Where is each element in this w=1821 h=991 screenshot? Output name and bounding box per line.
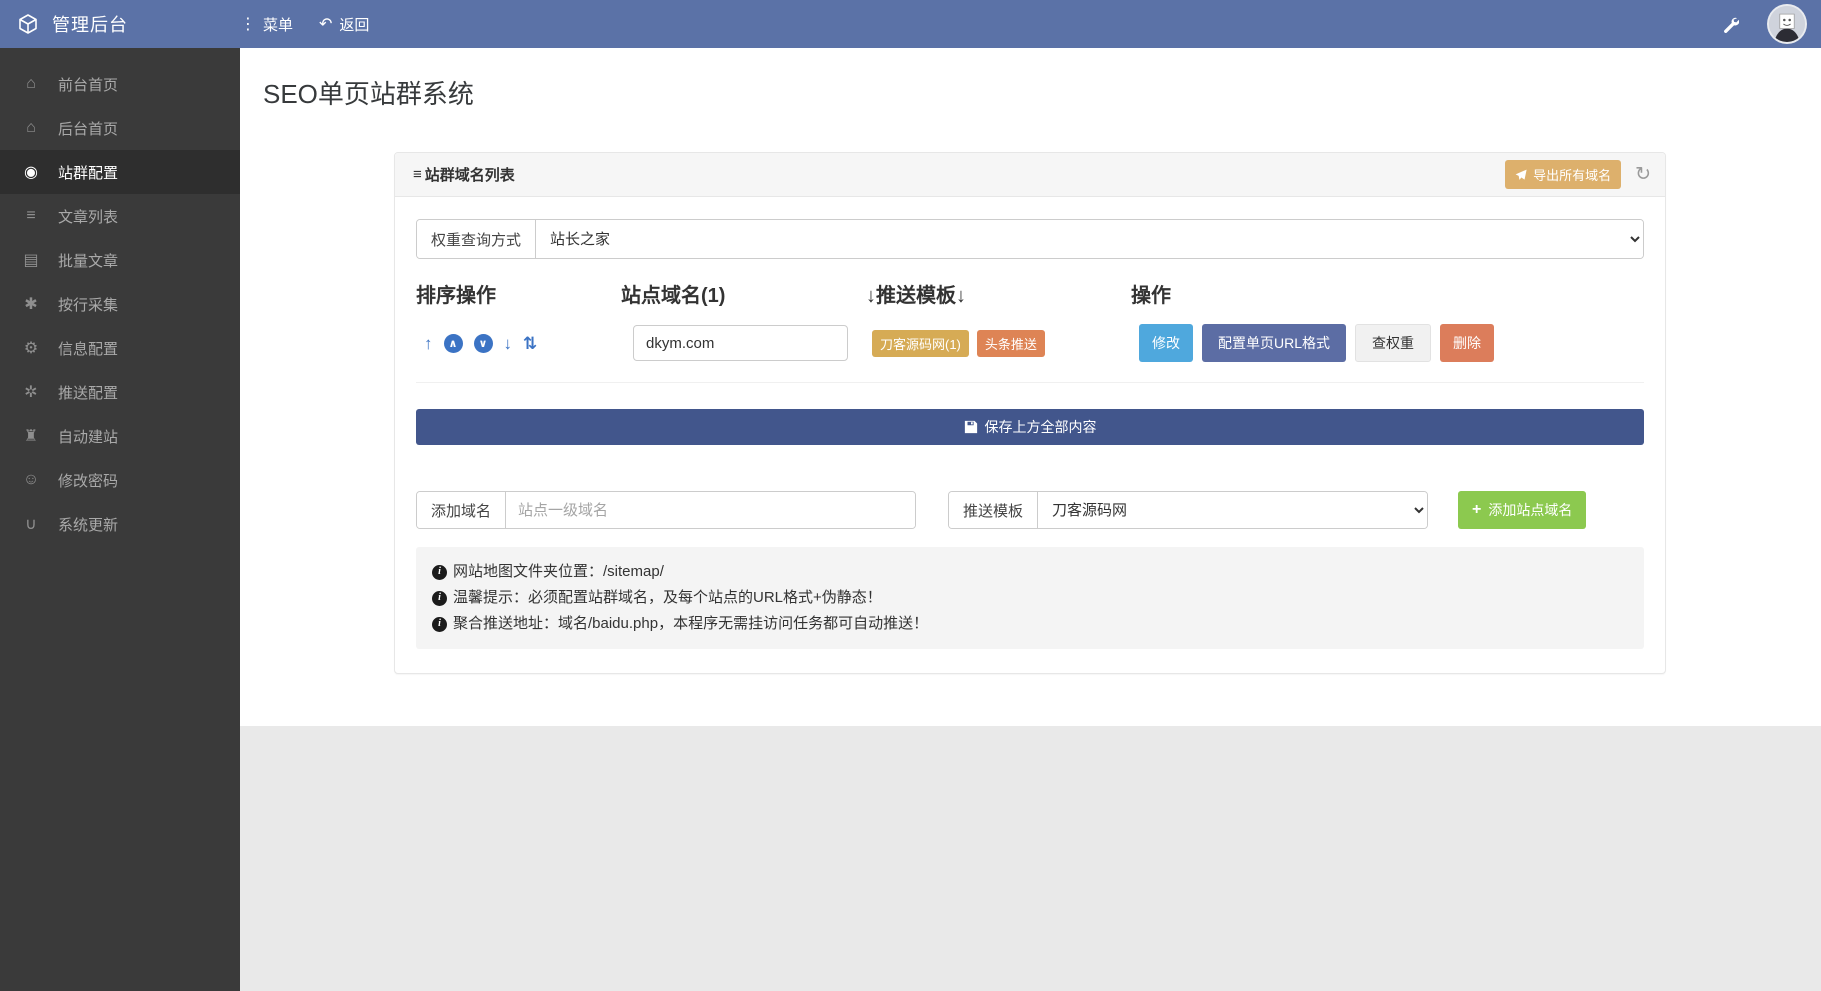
sidebar-item-label: 信息配置 [58,340,119,358]
panel-title: ≡ 站群域名列表 [413,166,515,184]
column-header-domain: 站点域名(1) [621,285,726,307]
weight-query-group: 权重查询方式 站长之家 [416,219,1644,259]
sidebar-item-label: 批量文章 [58,252,119,270]
wrench-icon[interactable] [1722,16,1739,33]
gear-icon: ⚙ [23,340,39,357]
info-line-push-url: i 聚合推送地址：域名/baidu.php，本程序无需挂访问任务都可自动推送！ [432,611,1628,637]
user-avatar[interactable] [1767,4,1807,44]
add-domain-row: 添加域名 推送模板 刀客源码网 + 添加站点域名 [416,491,1644,529]
info-line-tip: i 温馨提示：必须配置站群域名，及每个站点的URL格式+伪静态！ [432,585,1628,611]
drag-sort-icon[interactable]: ⇅ [523,335,537,352]
sidebar-item-admin-home[interactable]: ⌂ 后台首页 [0,106,240,150]
add-site-domain-button[interactable]: + 添加站点域名 [1458,491,1587,529]
brand: 管理后台 [0,11,240,37]
template-badge[interactable]: 刀客源码网(1) [872,329,969,357]
push-template-select[interactable]: 刀客源码网 [1038,492,1427,528]
check-weight-button[interactable]: 查权重 [1355,324,1432,362]
panel-header: ≡ 站群域名列表 导出所有域名 ↻ [395,153,1665,197]
push-template-badges: 刀客源码网(1) 头条推送 [866,329,1131,357]
info-box: i 网站地图文件夹位置：/sitemap/ i 温馨提示：必须配置站群域名，及每… [416,547,1644,649]
move-up-icon[interactable]: ∧ [443,333,463,353]
main-content: SEO单页站群系统 ≡ 站群域名列表 导出所有域名 ↻ 权重查询方式 站长之家 [240,48,1821,726]
export-all-domains-button[interactable]: 导出所有域名 [1505,160,1622,189]
sidebar-item-push-config[interactable]: ✲ 推送配置 [0,370,240,414]
topbar: 管理后台 ⋮ 菜单 ↶ 返回 [0,0,1821,48]
sidebar-item-system-update[interactable]: ∪ 系统更新 [0,502,240,546]
move-down-icon[interactable]: ∨ [473,333,493,353]
sidebar-item-label: 自动建站 [58,428,119,446]
sidebar: ⌂ 前台首页 ⌂ 后台首页 ◉ 站群配置 ≡ 文章列表 ▤ 批量文章 ✱ 按行采… [0,48,240,991]
menu-toggle[interactable]: ⋮ 菜单 [240,14,293,35]
bank-icon: ♜ [23,428,39,445]
sidebar-item-label: 按行采集 [58,296,119,314]
info-icon: i [432,564,447,580]
column-header-sort: 排序操作 [416,285,496,307]
sidebar-item-label: 系统更新 [58,516,119,534]
sidebar-item-front-home[interactable]: ⌂ 前台首页 [0,62,240,106]
sidebar-item-label: 文章列表 [58,208,119,226]
refresh-icon[interactable]: ↻ [1635,165,1651,184]
list-icon: ≡ [26,207,36,224]
add-domain-label: 添加域名 [417,492,507,528]
column-header-actions: 操作 [1131,285,1171,307]
sidebar-item-auto-build[interactable]: ♜ 自动建站 [0,414,240,458]
table-header-row: 排序操作 站点域名(1) ↓推送模板↓ 操作 [416,279,1644,308]
plus-icon: + [1472,501,1482,518]
page-title: SEO单页站群系统 [263,79,474,109]
save-all-button[interactable]: 保存上方全部内容 [416,409,1644,445]
sidebar-item-info-config[interactable]: ⚙ 信息配置 [0,326,240,370]
edit-button[interactable]: 修改 [1139,324,1193,362]
info-icon: i [432,590,447,606]
delete-button[interactable]: 删除 [1440,324,1495,362]
template-badge[interactable]: 头条推送 [976,329,1045,357]
paw-icon: ✲ [24,384,38,401]
brand-title: 管理后台 [52,15,128,35]
configure-url-format-button[interactable]: 配置单页URL格式 [1202,324,1347,362]
back-button[interactable]: ↶ 返回 [319,14,369,35]
sidebar-item-label: 前台首页 [58,76,119,94]
sidebar-item-label: 站群配置 [58,164,119,182]
domain-input[interactable] [633,325,848,361]
user-circle-icon: ☺ [22,471,40,488]
back-button-label: 返回 [339,16,370,34]
domain-list-panel: ≡ 站群域名列表 导出所有域名 ↻ 权重查询方式 站长之家 排序操作 站点域名(… [394,152,1666,674]
row-actions: 修改 配置单页URL格式 查权重 删除 [1131,324,1644,362]
home-icon: ⌂ [26,75,36,92]
sort-controls: ↑ ∧ ∨ ↓ ⇅ [416,333,621,353]
sidebar-item-line-collect[interactable]: ✱ 按行采集 [0,282,240,326]
ellipsis-v-icon: ⋮ [240,16,256,33]
weight-query-label: 权重查询方式 [417,220,537,258]
cube-logo-icon [16,12,40,36]
book-icon: ▤ [23,252,39,269]
sidebar-item-batch-articles[interactable]: ▤ 批量文章 [0,238,240,282]
home-icon: ⌂ [26,119,36,136]
push-template-group: 推送模板 刀客源码网 [948,491,1428,529]
info-line-sitemap: i 网站地图文件夹位置：/sitemap/ [432,559,1628,585]
new-domain-input[interactable] [506,492,915,528]
table-row: ↑ ∧ ∨ ↓ ⇅ 刀客源码网(1) 头条推送 修改 配置单页URL格式 查权重 [416,324,1644,383]
add-domain-group: 添加域名 [416,491,916,529]
asterisk-icon: ✱ [24,296,38,313]
globe-icon: ◉ [24,164,38,181]
menu-toggle-label: 菜单 [263,16,294,34]
paper-plane-icon [1515,169,1527,180]
hamburger-icon: ≡ [413,166,422,183]
info-icon: i [432,616,447,632]
push-template-label: 推送模板 [949,492,1039,528]
sidebar-item-site-group-config[interactable]: ◉ 站群配置 [0,150,240,194]
sidebar-item-article-list[interactable]: ≡ 文章列表 [0,194,240,238]
sidebar-item-label: 后台首页 [58,120,119,138]
column-header-push-template: ↓推送模板↓ [866,285,966,307]
update-icon: ∪ [25,516,37,533]
weight-query-select[interactable]: 站长之家 [536,220,1643,258]
move-to-bottom-icon[interactable]: ↓ [504,335,513,352]
move-to-top-icon[interactable]: ↑ [424,335,433,352]
back-arrow-icon: ↶ [319,16,333,33]
sidebar-item-label: 推送配置 [58,384,119,402]
sidebar-item-change-password[interactable]: ☺ 修改密码 [0,458,240,502]
save-icon [964,420,977,434]
sidebar-item-label: 修改密码 [58,472,119,490]
